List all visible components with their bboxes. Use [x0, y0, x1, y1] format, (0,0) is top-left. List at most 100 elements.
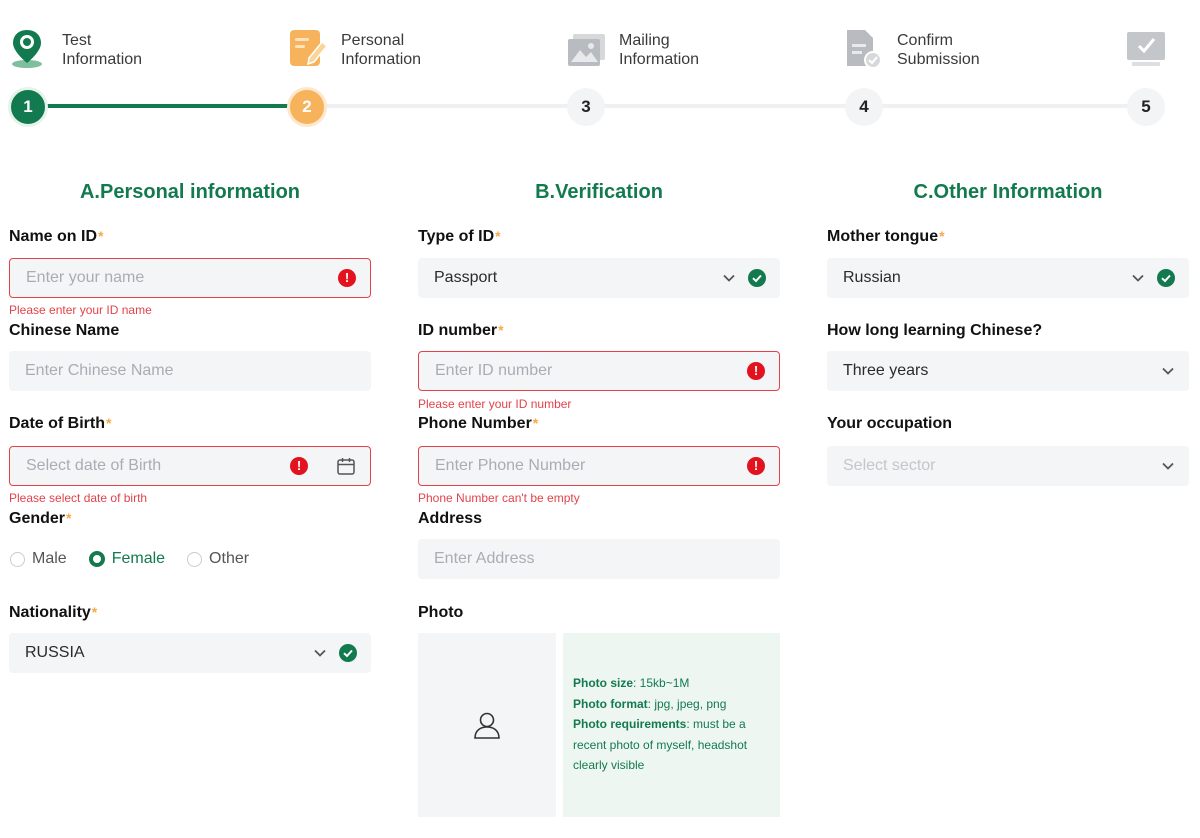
date-of-birth-error: Please select date of birth: [9, 491, 148, 505]
step-1-header: Test Information: [10, 28, 142, 70]
id-number-error: Please enter your ID number: [418, 397, 572, 411]
address-input[interactable]: Enter Address: [418, 539, 780, 579]
gender-option-male[interactable]: Male: [10, 550, 67, 568]
chinese-name-placeholder: Enter Chinese Name: [25, 362, 174, 379]
error-icon: !: [747, 362, 765, 380]
occupation-select[interactable]: Select sector: [827, 446, 1189, 486]
id-number-input[interactable]: Enter ID number !: [418, 351, 780, 391]
error-icon: !: [747, 457, 765, 475]
required-mark: *: [495, 228, 501, 244]
date-of-birth-label: Date of Birth*: [9, 415, 112, 432]
gender-option-female[interactable]: Female: [88, 550, 165, 568]
id-number-label: ID number*: [418, 322, 504, 339]
required-mark: *: [66, 510, 72, 526]
progress-stepper: Test Information Personal Information Mail…: [0, 0, 1200, 140]
date-of-birth-input[interactable]: Select date of Birth !: [9, 446, 371, 486]
chinese-name-label: Chinese Name: [9, 322, 120, 339]
step-4-title: Confirm Submission: [897, 32, 980, 68]
error-icon: !: [338, 269, 356, 287]
chevron-down-icon: [723, 274, 735, 282]
name-on-id-placeholder: Enter your name: [26, 269, 145, 286]
check-circle-icon: [339, 644, 357, 662]
id-type-select[interactable]: Passport: [418, 258, 780, 298]
id-number-placeholder: Enter ID number: [435, 362, 553, 379]
nationality-value: RUSSIA: [25, 644, 85, 661]
user-avatar-icon: [474, 712, 500, 739]
phone-number-error: Phone Number can't be empty: [418, 491, 580, 505]
radio-circle-selected[interactable]: [88, 551, 105, 567]
photo-size-line: Photo size: 15kb~1M: [573, 676, 690, 690]
chevron-down-icon: [1162, 367, 1174, 375]
gender-option-other[interactable]: Other: [187, 550, 249, 568]
learning-duration-value: Three years: [843, 362, 929, 379]
section-c-title: C.Other Information: [913, 181, 1103, 203]
edit-document-icon: [290, 30, 329, 66]
required-mark: *: [532, 415, 539, 431]
nationality-label: Nationality*: [9, 604, 98, 621]
learning-duration-select[interactable]: Three years: [827, 351, 1189, 391]
name-on-id-label: Name on ID*: [9, 228, 104, 245]
check-circle-icon: [748, 269, 766, 287]
id-type-value: Passport: [434, 269, 498, 286]
address-label: Address: [418, 510, 483, 527]
calendar-icon[interactable]: [336, 456, 356, 476]
step-1-title: Test Information: [62, 32, 143, 68]
image-gallery-icon: [568, 34, 605, 66]
mother-tongue-select[interactable]: Russian: [827, 258, 1189, 298]
step-4-header: Confirm Submission: [845, 28, 980, 70]
section-b: B.Verification: [418, 178, 780, 208]
step-5-number[interactable]: 5: [1127, 88, 1165, 126]
nationality-select[interactable]: RUSSIA: [9, 633, 371, 673]
photo-format-line: Photo format: jpg, jpeg, png: [573, 696, 727, 711]
photo-requirements: Photo size: 15kb~1M Photo format: jpg, j…: [563, 633, 780, 817]
mother-tongue-value: Russian: [843, 269, 901, 286]
mother-tongue-label: Mother tongue*: [827, 228, 945, 245]
radio-circle[interactable]: [187, 551, 203, 567]
occupation-label: Your occupation: [827, 415, 953, 432]
step-1-number[interactable]: 1: [8, 87, 48, 127]
radio-circle[interactable]: [10, 551, 25, 567]
step-2-title: Personal Information: [341, 32, 422, 68]
chinese-name-input[interactable]: Enter Chinese Name: [9, 351, 371, 391]
step-3-header: Mailing Information: [567, 28, 699, 70]
required-mark: *: [91, 604, 98, 620]
step-2-number[interactable]: 2: [287, 87, 327, 127]
phone-number-placeholder: Enter Phone Number: [435, 457, 586, 474]
gender-label: Gender*: [9, 510, 72, 527]
progress-track-3-4: [586, 104, 864, 108]
progress-track-1-2: [30, 104, 308, 108]
required-mark: *: [98, 228, 104, 244]
photo-upload[interactable]: [418, 633, 556, 817]
progress-track-2-3: [308, 104, 586, 108]
section-b-title: B.Verification: [535, 181, 663, 203]
section-a-title: A.Personal information: [79, 181, 301, 203]
chevron-down-icon: [1162, 462, 1174, 470]
step-3-title: Mailing Information: [619, 32, 700, 68]
location-pin-icon: [12, 30, 42, 68]
name-on-id-input[interactable]: Enter your name !: [9, 258, 371, 298]
section-c: C.Other Information: [827, 178, 1189, 208]
required-mark: *: [106, 415, 112, 431]
step-3-number[interactable]: 3: [567, 88, 605, 126]
required-mark: *: [939, 228, 945, 244]
id-type-label: Type of ID*: [418, 228, 501, 245]
occupation-placeholder: Select sector: [843, 457, 936, 474]
date-of-birth-placeholder: Select date of Birth: [26, 457, 162, 474]
document-check-icon: [847, 30, 882, 69]
error-icon: !: [290, 457, 308, 475]
step-2-header: Personal Information: [289, 28, 421, 70]
phone-number-input[interactable]: Enter Phone Number !: [418, 446, 780, 486]
photo-requirements-line: Photo requirements: must be a recent pho…: [573, 717, 748, 772]
monitor-check-icon: [1127, 32, 1165, 66]
section-a: A.Personal information: [9, 178, 371, 208]
chevron-down-icon: [1132, 274, 1144, 282]
step-4-number[interactable]: 4: [845, 88, 883, 126]
step-5-header: [1126, 28, 1178, 70]
address-placeholder: Enter Address: [434, 550, 535, 567]
progress-track-4-5: [864, 104, 1146, 108]
chevron-down-icon: [314, 649, 326, 657]
check-circle-icon: [1157, 269, 1175, 287]
name-on-id-error: Please enter your ID name: [9, 303, 152, 317]
phone-number-label: Phone Number*: [418, 415, 539, 432]
learning-duration-label: How long learning Chinese?: [827, 322, 1043, 339]
